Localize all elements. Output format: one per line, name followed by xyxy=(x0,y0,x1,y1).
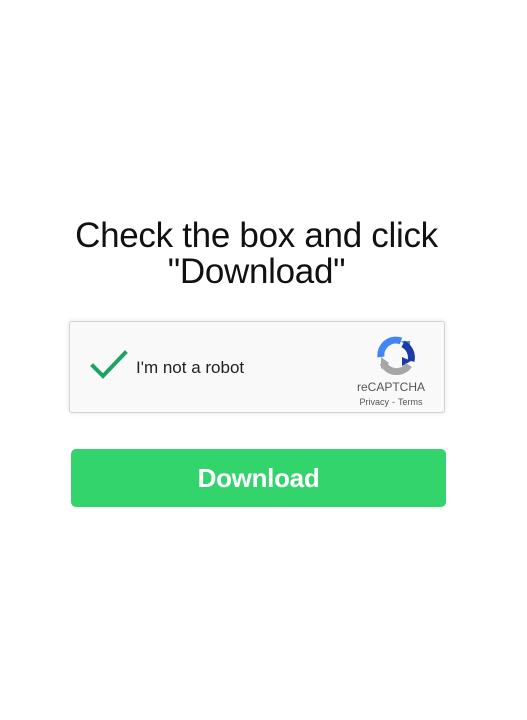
privacy-link[interactable]: Privacy xyxy=(359,397,389,407)
links-separator: - xyxy=(392,397,395,407)
page-title-line-1: Check the box and click xyxy=(75,216,438,255)
recaptcha-widget: I'm not a robot reCAPTCHA Privacy - Terms xyxy=(69,321,445,413)
recaptcha-brand-label: reCAPTCHA xyxy=(356,380,425,394)
not-a-robot-label: I'm not a robot xyxy=(136,358,245,377)
page-title: Check the box and click "Download" xyxy=(0,218,513,290)
recaptcha-links: Privacy - Terms xyxy=(346,397,436,407)
recaptcha-logo-icon xyxy=(377,336,415,375)
page-title-line-2: "Download" xyxy=(167,252,346,291)
checkmark-icon[interactable] xyxy=(90,349,128,381)
download-button[interactable]: Download xyxy=(71,449,446,507)
terms-link[interactable]: Terms xyxy=(398,397,423,407)
